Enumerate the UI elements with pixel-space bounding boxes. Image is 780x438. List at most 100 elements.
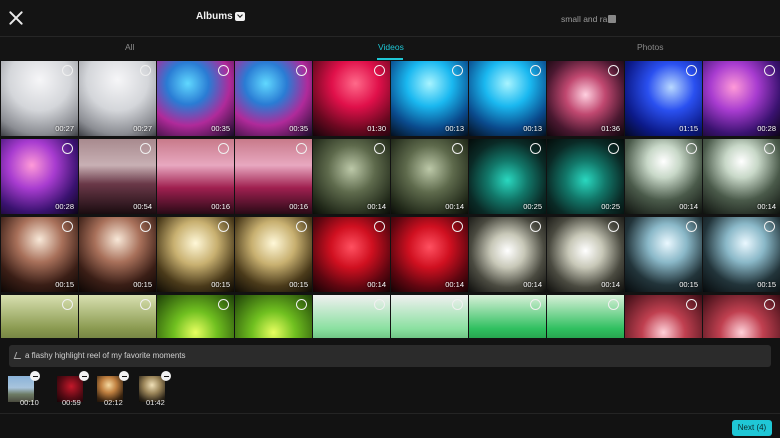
video-thumbnail[interactable]: 00:15 [79,217,156,292]
video-thumbnail[interactable] [235,295,312,338]
video-thumbnail[interactable]: 00:54 [79,139,156,214]
select-circle-icon[interactable] [764,221,775,232]
video-thumbnail[interactable] [1,295,78,338]
select-circle-icon[interactable] [608,65,619,76]
video-thumbnail[interactable] [313,295,390,338]
video-thumbnail[interactable]: 00:14 [547,217,624,292]
select-circle-icon[interactable] [530,143,541,154]
video-duration: 00:16 [211,202,230,211]
video-thumbnail[interactable]: 00:27 [79,61,156,136]
video-thumbnail[interactable] [547,295,624,338]
select-circle-icon[interactable] [218,143,229,154]
tab-all[interactable]: All [125,42,134,52]
video-thumbnail[interactable]: 00:28 [703,61,780,136]
select-circle-icon[interactable] [764,65,775,76]
video-thumbnail[interactable] [625,295,702,338]
video-thumbnail[interactable] [79,295,156,338]
select-circle-icon[interactable] [452,299,463,310]
select-circle-icon[interactable] [764,143,775,154]
select-circle-icon[interactable] [374,299,385,310]
video-duration: 01:36 [601,124,620,133]
select-circle-icon[interactable] [608,221,619,232]
video-thumbnail[interactable]: 00:35 [235,61,312,136]
select-circle-icon[interactable] [62,299,73,310]
select-circle-icon[interactable] [62,65,73,76]
video-thumbnail[interactable]: 01:36 [547,61,624,136]
select-circle-icon[interactable] [218,221,229,232]
next-button[interactable]: Next (4) [732,420,772,436]
select-circle-icon[interactable] [374,143,385,154]
select-circle-icon[interactable] [140,65,151,76]
video-thumbnail[interactable]: 00:28 [1,139,78,214]
select-circle-icon[interactable] [452,143,463,154]
video-thumbnail[interactable]: 00:15 [1,217,78,292]
select-circle-icon[interactable] [62,143,73,154]
select-circle-icon[interactable] [686,221,697,232]
select-circle-icon[interactable] [140,299,151,310]
select-circle-icon[interactable] [374,221,385,232]
remove-icon[interactable] [161,371,171,381]
video-thumbnail[interactable]: 00:15 [703,217,780,292]
video-thumbnail[interactable] [157,295,234,338]
select-circle-icon[interactable] [218,65,229,76]
video-thumbnail[interactable]: 00:14 [391,139,468,214]
video-thumbnail[interactable]: 00:16 [157,139,234,214]
select-circle-icon[interactable] [452,65,463,76]
select-circle-icon[interactable] [686,299,697,310]
select-circle-icon[interactable] [62,221,73,232]
video-thumbnail[interactable]: 00:27 [1,61,78,136]
video-thumbnail[interactable]: 00:35 [157,61,234,136]
select-circle-icon[interactable] [296,221,307,232]
video-thumbnail[interactable]: 00:14 [391,217,468,292]
video-thumbnail[interactable]: 00:15 [157,217,234,292]
video-duration: 01:15 [679,124,698,133]
select-circle-icon[interactable] [530,299,541,310]
tab-videos[interactable]: Videos [378,42,404,52]
video-thumbnail[interactable]: 00:13 [391,61,468,136]
top-bar: Albums small and ra [0,0,780,36]
select-circle-icon[interactable] [686,143,697,154]
select-circle-icon[interactable] [608,143,619,154]
close-icon[interactable] [6,8,26,28]
video-duration: 00:27 [133,124,152,133]
video-thumbnail[interactable]: 01:30 [313,61,390,136]
select-circle-icon[interactable] [764,299,775,310]
selected-clip-duration: 00:10 [20,398,39,407]
select-circle-icon[interactable] [530,65,541,76]
video-thumbnail[interactable] [391,295,468,338]
video-thumbnail[interactable]: 00:14 [625,139,702,214]
video-thumbnail[interactable]: 00:14 [313,139,390,214]
video-thumbnail[interactable]: 00:13 [469,61,546,136]
video-thumbnail[interactable]: 00:15 [235,217,312,292]
remove-icon[interactable] [79,371,89,381]
video-thumbnail[interactable]: 00:15 [625,217,702,292]
select-circle-icon[interactable] [452,221,463,232]
prompt-field[interactable]: a flashy highlight reel of my favorite m… [9,345,771,367]
remove-icon[interactable] [119,371,129,381]
video-thumbnail[interactable]: 00:14 [703,139,780,214]
select-circle-icon[interactable] [530,221,541,232]
pen-icon [13,352,24,359]
video-thumbnail[interactable]: 00:16 [235,139,312,214]
albums-dropdown[interactable]: Albums [196,11,245,22]
select-circle-icon[interactable] [374,65,385,76]
video-thumbnail[interactable]: 00:14 [313,217,390,292]
select-circle-icon[interactable] [296,299,307,310]
video-thumbnail[interactable]: 00:14 [469,217,546,292]
select-circle-icon[interactable] [608,299,619,310]
select-circle-icon[interactable] [296,65,307,76]
select-circle-icon[interactable] [296,143,307,154]
video-thumbnail[interactable] [469,295,546,338]
video-thumbnail[interactable] [703,295,780,338]
select-circle-icon[interactable] [218,299,229,310]
video-thumbnail[interactable]: 00:25 [469,139,546,214]
tab-photos[interactable]: Photos [637,42,663,52]
remove-icon[interactable] [30,371,40,381]
select-circle-icon[interactable] [140,221,151,232]
select-circle-icon[interactable] [686,65,697,76]
select-circle-icon[interactable] [140,143,151,154]
video-thumbnail[interactable]: 00:25 [547,139,624,214]
video-duration: 00:14 [367,280,386,289]
video-thumbnail[interactable]: 01:15 [625,61,702,136]
video-duration: 00:14 [445,280,464,289]
